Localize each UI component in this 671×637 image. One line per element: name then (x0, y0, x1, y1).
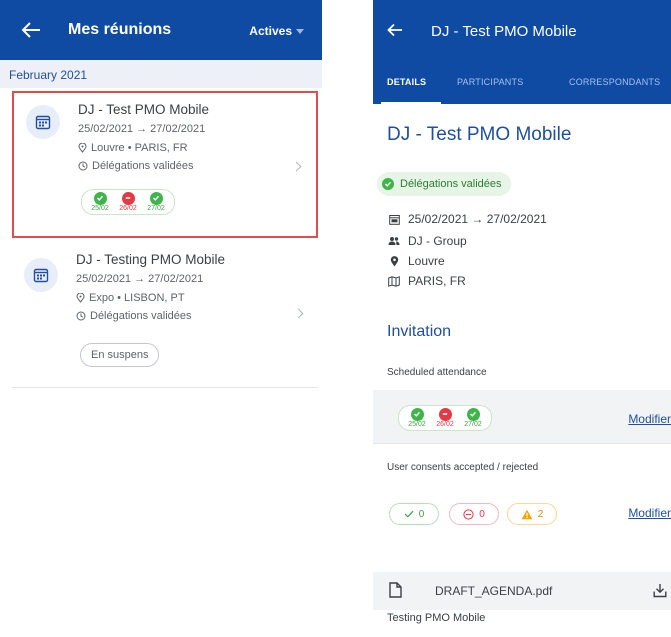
detail-venue: Louvre (388, 254, 445, 268)
meeting-card[interactable]: DJ - Testing PMO Mobile 25/02/2021 → 27/… (12, 244, 318, 388)
back-arrow-icon[interactable] (20, 20, 42, 40)
check-icon (93, 191, 107, 205)
consents-label: User consents accepted / rejected (387, 462, 539, 473)
meeting-dates: 25/02/2021 → 27/02/2021 (76, 273, 204, 285)
location-pin-icon (388, 255, 400, 267)
calendar-icon (388, 213, 400, 225)
clock-icon (76, 311, 86, 321)
filter-label: Actives (249, 24, 292, 38)
rejected-count-chip: 0 (449, 503, 499, 525)
chevron-down-icon (296, 28, 304, 34)
attendance-days: 25/02 26/02 27/02 (81, 189, 175, 215)
accepted-count-chip: 0 (389, 503, 439, 525)
check-icon (466, 407, 480, 421)
modify-attendance-link[interactable]: Modifier (628, 412, 671, 426)
chevron-right-icon (293, 308, 304, 319)
group-icon (388, 235, 400, 247)
meeting-location: Louvre • PARIS, FR (78, 142, 188, 154)
day-status: 25/02 (88, 191, 112, 213)
calendar-icon (24, 258, 58, 292)
attachment-row[interactable]: DRAFT_AGENDA.pdf (373, 572, 671, 610)
location-pin-icon (76, 293, 85, 303)
back-arrow-icon[interactable] (386, 22, 404, 38)
minus-circle-icon (463, 508, 474, 520)
meeting-dates: 25/02/2021 → 27/02/2021 (78, 123, 206, 135)
detail-city: PARIS, FR (388, 274, 466, 288)
meeting-title: DJ - Testing PMO Mobile (76, 252, 226, 267)
warning-icon (521, 509, 533, 519)
month-label: February 2021 (9, 68, 88, 82)
status-badge: Délégations validées (377, 172, 511, 196)
document-icon (389, 582, 402, 598)
month-section-header: February 2021 (0, 60, 322, 88)
meeting-card[interactable]: DJ - Test PMO Mobile 25/02/2021 → 27/02/… (12, 91, 318, 238)
active-tab-indicator (381, 102, 441, 104)
download-icon[interactable] (653, 583, 667, 598)
location-pin-icon (78, 143, 87, 153)
modify-consents-link[interactable]: Modifier (628, 506, 671, 520)
warning-count-chip: 2 (507, 503, 557, 525)
tab-bar: DETAILS PARTICIPANTS CORRESPONDANTS (373, 60, 671, 104)
attendance-label: Scheduled attendance (387, 367, 487, 378)
page-title: DJ - Test PMO Mobile (431, 23, 577, 40)
check-icon (149, 191, 163, 205)
tab-participants[interactable]: PARTICIPANTS (457, 77, 523, 87)
page-title: Mes réunions (68, 21, 172, 38)
day-status: 27/02 (461, 407, 485, 429)
minus-icon (121, 191, 135, 205)
day-status: 25/02 (405, 407, 429, 429)
meeting-details-screen: DJ - Test PMO Mobile DETAILS PARTICIPANT… (373, 0, 671, 637)
chevron-right-icon (291, 161, 302, 172)
calendar-icon (26, 105, 60, 139)
app-bar: Mes réunions Actives (0, 0, 322, 60)
pending-badge: En suspens (80, 343, 160, 367)
tab-correspondants[interactable]: CORRESPONDANTS (569, 77, 660, 87)
day-status: 27/02 (144, 191, 168, 213)
section-footer-text: Testing PMO Mobile (387, 612, 486, 624)
check-icon (410, 407, 424, 421)
detail-group: DJ - Group (388, 234, 467, 248)
meeting-title: DJ - Test PMO Mobile (78, 102, 210, 117)
day-status: 26/02 (116, 191, 140, 213)
minus-icon (438, 407, 452, 421)
meeting-location: Expo • LISBON, PT (76, 292, 185, 304)
map-icon (388, 275, 400, 287)
meeting-status: Délégations validées (78, 160, 194, 172)
meetings-list-screen: Mes réunions Actives February 2021 DJ - … (0, 0, 322, 637)
app-bar: DJ - Test PMO Mobile (373, 0, 671, 60)
check-icon (382, 178, 394, 190)
clock-icon (78, 161, 88, 171)
scheduled-attendance-row: 25/02 26/02 27/02 Modifier (373, 390, 671, 444)
day-status: 26/02 (433, 407, 457, 429)
invitation-heading: Invitation (387, 323, 452, 340)
filter-dropdown[interactable]: Actives (249, 24, 304, 38)
check-icon (404, 510, 414, 518)
attachment-name: DRAFT_AGENDA.pdf (435, 584, 553, 598)
tab-details[interactable]: DETAILS (387, 77, 426, 87)
meeting-title: DJ - Test PMO Mobile (387, 124, 572, 145)
meeting-status: Délégations validées (76, 310, 192, 322)
detail-dates: 25/02/2021 → 27/02/2021 (388, 212, 547, 226)
attendance-days: 25/02 26/02 27/02 (398, 405, 492, 431)
